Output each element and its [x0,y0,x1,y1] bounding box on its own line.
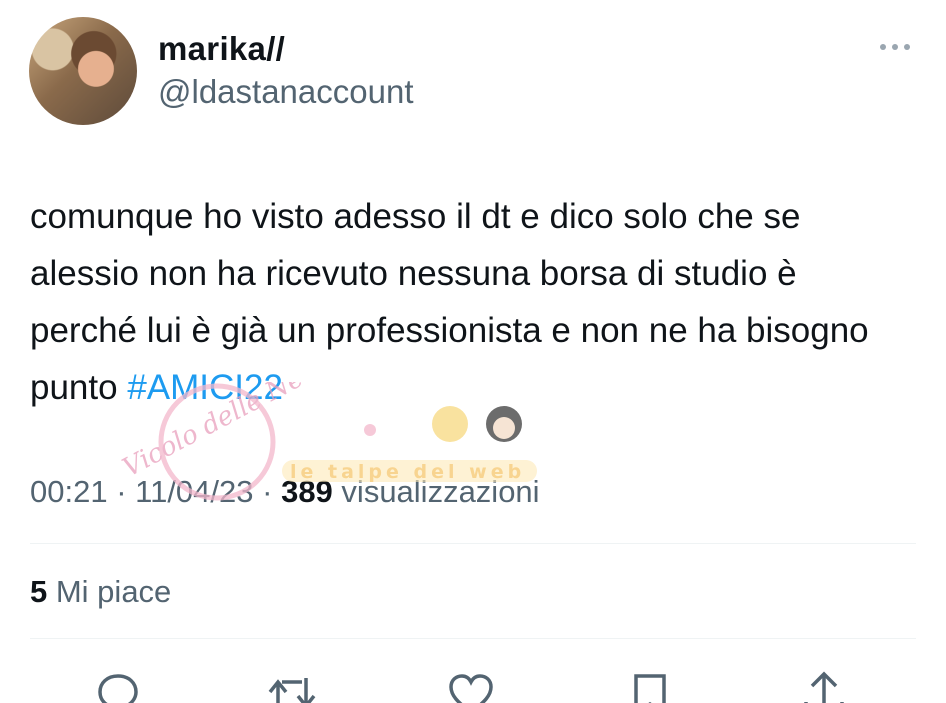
meta-separator: · [253,474,282,509]
bookmark-icon[interactable] [626,670,674,703]
tweet-date[interactable]: 11/04/23 [135,474,253,509]
likes-label: Mi piace [47,574,172,609]
views-count: 389 [281,474,333,509]
views-label: visualizzazioni [332,474,540,509]
more-horizontal-icon[interactable] [877,36,913,58]
divider [30,638,916,639]
meta-separator: · [107,474,136,509]
share-icon[interactable] [800,670,848,703]
hashtag-link[interactable]: #AMICI22 [127,368,283,407]
user-handle[interactable]: @ldastanaccount [158,73,414,111]
heart-icon[interactable] [447,670,495,703]
tweet-meta: 00:21 · 11/04/23 · 389 visualizzazioni [30,474,540,510]
divider [30,543,916,544]
retweet-icon[interactable] [268,670,316,703]
avatar[interactable] [29,17,137,125]
likes-count: 5 [30,574,48,609]
action-bar [0,664,946,703]
tweet-time[interactable]: 00:21 [30,474,108,509]
likes-stat[interactable]: 5 Mi piace [30,574,171,610]
display-name[interactable]: marika// [158,30,285,68]
reply-icon[interactable] [94,670,142,703]
tweet-text: comunque ho visto adesso il dt e dico so… [30,188,910,416]
